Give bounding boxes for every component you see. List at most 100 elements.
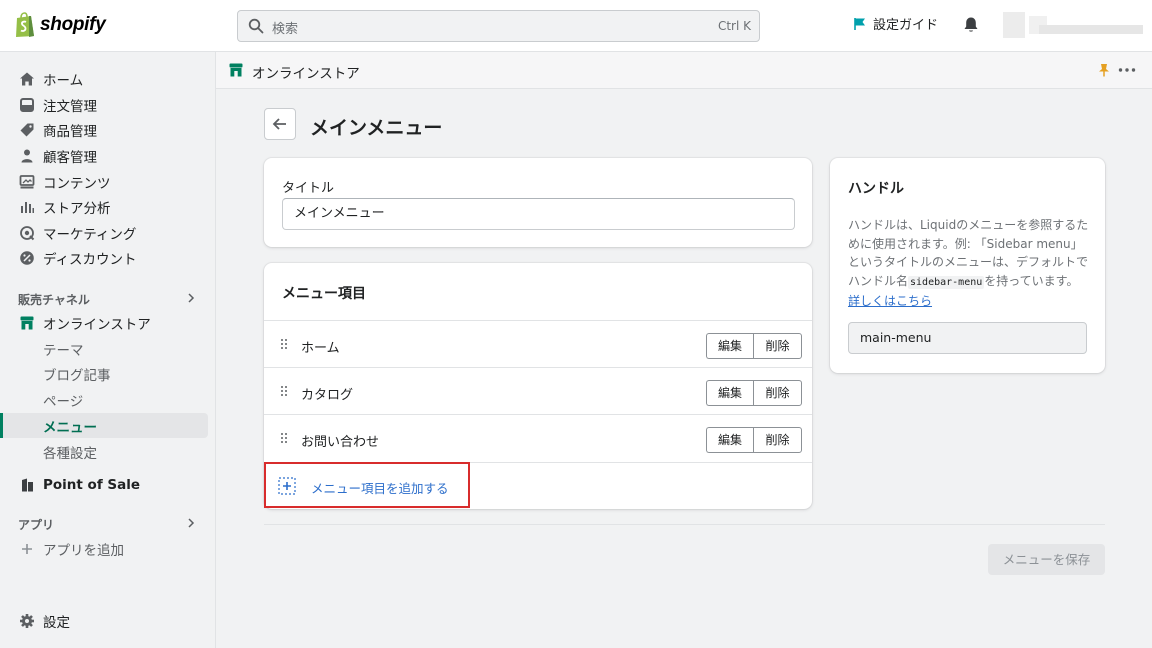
store-icon xyxy=(229,63,243,77)
tag-icon xyxy=(20,123,34,136)
sidebar-item-marketing[interactable]: マーケティング xyxy=(0,220,208,245)
sidebar-item-online-store[interactable]: オンラインストア xyxy=(0,310,208,335)
save-menu-button[interactable]: メニューを保存 xyxy=(988,544,1105,575)
marketing-icon xyxy=(20,225,35,240)
content-icon xyxy=(19,174,35,188)
store-icon xyxy=(20,316,34,329)
search-bar[interactable]: 検索 Ctrl K xyxy=(237,10,760,42)
orders-icon xyxy=(20,97,34,112)
title-card: タイトル メインメニュー xyxy=(264,158,812,247)
sales-channels-heading: 販売チャネル xyxy=(18,293,90,307)
sidebar-item-label: ディスカウント xyxy=(43,251,137,268)
sidebar-item-label: ページ xyxy=(43,393,84,410)
sidebar-item-label: テーマ xyxy=(43,342,84,359)
sidebar-item-orders[interactable]: 注文管理 xyxy=(0,92,208,117)
search-shortcut: Ctrl K xyxy=(717,19,751,33)
add-menu-item-link[interactable]: メニュー項目を追加する xyxy=(311,478,449,497)
sidebar-item-pos[interactable]: Point of Sale xyxy=(0,472,208,497)
shopify-bag-icon xyxy=(16,12,34,37)
sidebar-item-label: オンラインストア xyxy=(43,316,151,333)
home-icon xyxy=(20,72,34,85)
handle-description-text: を持っています。 xyxy=(984,273,1079,288)
sidebar-item-label: 商品管理 xyxy=(43,123,97,140)
add-menu-item-row: メニュー項目を追加する xyxy=(264,462,812,509)
row-actions: 編集 削除 xyxy=(706,380,802,406)
arrow-left-icon xyxy=(272,118,286,130)
sidebar-item-preferences[interactable]: 各種設定 xyxy=(0,439,208,464)
sidebar-item-label: 設定 xyxy=(43,614,70,631)
section-title: オンラインストア xyxy=(252,66,360,82)
avatar[interactable] xyxy=(1003,12,1143,38)
menu-item-row: カタログ 編集 削除 xyxy=(264,367,812,414)
sidebar-item-menu[interactable]: メニュー xyxy=(0,413,208,438)
delete-button[interactable]: 削除 xyxy=(753,427,802,453)
menu-items-heading: メニュー項目 xyxy=(282,286,366,302)
edit-button[interactable]: 編集 xyxy=(706,380,753,406)
title-field-label: タイトル xyxy=(282,181,335,196)
row-actions: 編集 削除 xyxy=(706,427,802,453)
sidebar-item-customers[interactable]: 顧客管理 xyxy=(0,143,208,168)
page-header-strip: オンラインストア xyxy=(216,52,1152,89)
menu-item-label: カタログ xyxy=(301,388,354,403)
search-placeholder: 検索 xyxy=(272,22,299,37)
sidebar-item-products[interactable]: 商品管理 xyxy=(0,117,208,142)
shopify-logo[interactable]: shopify xyxy=(14,12,106,38)
top-bar: shopify 検索 Ctrl K 設定ガイド xyxy=(0,0,1152,52)
sidebar-item-label: 各種設定 xyxy=(43,445,97,462)
sidebar-item-label: 顧客管理 xyxy=(43,149,97,166)
more-actions-icon[interactable] xyxy=(1118,68,1136,72)
pos-icon xyxy=(22,478,33,491)
gear-icon xyxy=(20,613,34,628)
page-title: メインメニュー xyxy=(310,117,443,139)
chevron-right-icon[interactable] xyxy=(186,293,196,303)
sidebar-item-discounts[interactable]: ディスカウント xyxy=(0,245,208,270)
drag-handle-icon[interactable] xyxy=(281,339,289,351)
drag-handle-icon[interactable] xyxy=(281,433,289,445)
delete-button[interactable]: 削除 xyxy=(753,333,802,359)
handle-example-code: sidebar-menu xyxy=(908,275,985,289)
sidebar-item-analytics[interactable]: ストア分析 xyxy=(0,194,208,219)
menu-item-label: ホーム xyxy=(301,341,340,356)
discount-icon xyxy=(20,250,34,265)
sidebar-item-label: アプリを追加 xyxy=(43,542,124,559)
sidebar-item-pages[interactable]: ページ xyxy=(0,387,208,412)
handle-card: ハンドル ハンドルは、Liquidのメニューを参照するために使用されます。例: … xyxy=(830,158,1105,373)
sidebar-item-label: メニュー xyxy=(43,419,97,436)
person-icon xyxy=(21,149,33,162)
chevron-right-icon[interactable] xyxy=(186,518,196,528)
add-item-icon[interactable] xyxy=(278,477,296,495)
sidebar-item-label: コンテンツ xyxy=(43,175,111,192)
back-button[interactable] xyxy=(264,108,296,140)
logo-wordmark: shopify xyxy=(40,14,106,35)
drag-handle-icon[interactable] xyxy=(281,386,289,398)
edit-button[interactable]: 編集 xyxy=(706,333,753,359)
row-actions: 編集 削除 xyxy=(706,333,802,359)
sidebar-item-content[interactable]: コンテンツ xyxy=(0,169,208,194)
flag-icon xyxy=(854,17,865,30)
menu-item-row: お問い合わせ 編集 削除 xyxy=(264,414,812,461)
menu-item-row: ホーム 編集 削除 xyxy=(264,320,812,367)
setup-guide-button[interactable]: 設定ガイド xyxy=(853,14,938,33)
sidebar-nav: ホーム 注文管理 商品管理 顧客管理 コンテンツ ストア分析 マーケティング デ… xyxy=(0,52,216,648)
analytics-icon xyxy=(21,201,34,213)
title-input[interactable]: メインメニュー xyxy=(282,198,795,230)
sidebar-item-themes[interactable]: テーマ xyxy=(0,336,208,361)
sidebar-item-home[interactable]: ホーム xyxy=(0,66,208,91)
menu-item-label: お問い合わせ xyxy=(301,435,380,450)
handle-description: ハンドルは、Liquidのメニューを参照するために使用されます。例: 「Side… xyxy=(848,216,1090,311)
apps-heading: アプリ xyxy=(18,518,55,532)
edit-button[interactable]: 編集 xyxy=(706,427,753,453)
sidebar-item-label: 注文管理 xyxy=(43,98,97,115)
sidebar-item-add-app[interactable]: アプリを追加 xyxy=(0,536,208,561)
learn-more-link[interactable]: 詳しくはこちら xyxy=(848,294,932,308)
sidebar-item-label: ホーム xyxy=(43,72,84,89)
handle-title: ハンドル xyxy=(848,181,904,197)
handle-input[interactable]: main-menu xyxy=(848,322,1087,354)
sidebar-item-label: Point of Sale xyxy=(43,476,141,493)
delete-button[interactable]: 削除 xyxy=(753,380,802,406)
sidebar-item-label: ストア分析 xyxy=(43,200,111,217)
pin-icon[interactable] xyxy=(1098,63,1110,77)
bell-icon[interactable] xyxy=(962,16,980,34)
sidebar-item-blog-posts[interactable]: ブログ記事 xyxy=(0,361,208,386)
sidebar-item-settings[interactable]: 設定 xyxy=(0,608,208,633)
